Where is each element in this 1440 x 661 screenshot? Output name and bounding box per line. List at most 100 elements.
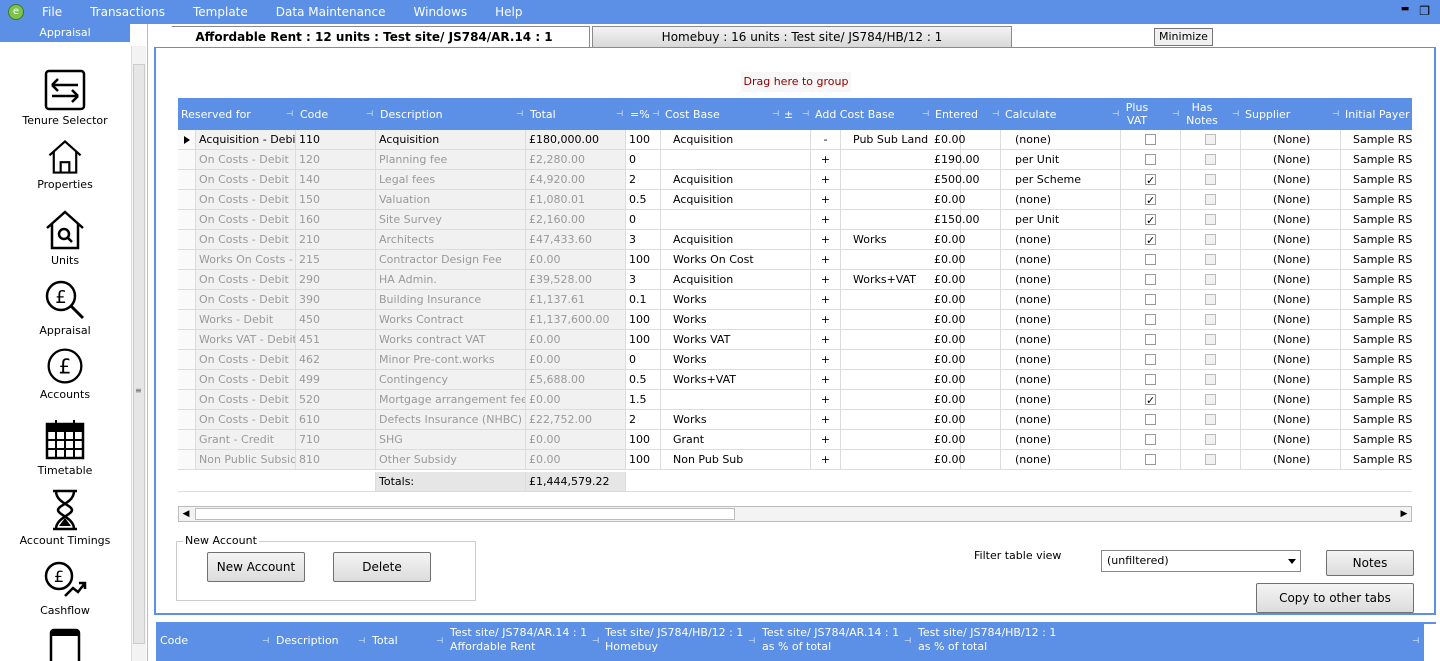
cell-base[interactable]: Works — [661, 410, 811, 430]
pin-icon[interactable]: ⊣ — [516, 109, 524, 119]
cell-payer[interactable]: Sample RS — [1341, 230, 1412, 250]
col-plus-vat[interactable]: Plus VAT — [1122, 98, 1152, 130]
cell-code[interactable]: 120 — [296, 150, 376, 170]
cell-vat[interactable] — [1121, 290, 1181, 310]
cell-supplier[interactable]: (None) — [1241, 430, 1341, 450]
cell-code[interactable]: 451 — [296, 330, 376, 350]
row-selector[interactable] — [178, 150, 196, 170]
plus-vat-checkbox[interactable] — [1145, 433, 1156, 445]
cell-pm[interactable]: + — [811, 430, 841, 450]
new-account-button[interactable]: New Account — [207, 552, 305, 582]
cell-reserved[interactable]: On Costs - Debit — [196, 270, 296, 290]
cell-calc[interactable]: (none) — [1001, 350, 1121, 370]
cell-pct[interactable]: 100 — [626, 130, 661, 150]
cell-reserved[interactable]: Works VAT - Debit — [196, 330, 296, 350]
sidebar-item-account-timings[interactable]: Account Timings — [0, 488, 130, 547]
scroll-right-icon[interactable]: ▶ — [1397, 507, 1411, 521]
cell-vat[interactable] — [1121, 190, 1181, 210]
cell-desc[interactable]: Other Subsidy — [376, 450, 526, 470]
cell-payer[interactable]: Sample RS — [1341, 250, 1412, 270]
pin-icon[interactable]: ⊣ — [904, 634, 911, 648]
cell-calc[interactable]: (none) — [1001, 370, 1121, 390]
cell-desc[interactable]: Architects — [376, 230, 526, 250]
cell-total[interactable]: £1,137,600.00 — [526, 310, 626, 330]
bottom-col-code[interactable]: Code — [160, 634, 188, 648]
cell-vat[interactable] — [1121, 230, 1181, 250]
cell-total[interactable]: £22,752.00 — [526, 410, 626, 430]
cell-desc[interactable]: Site Survey — [376, 210, 526, 230]
table-row[interactable]: Works On Costs -215 Contractor Design Fee… — [178, 250, 1412, 270]
cell-payer[interactable]: Sample RS — [1341, 270, 1412, 290]
has-notes-checkbox[interactable] — [1205, 453, 1216, 465]
cell-calc[interactable]: (none) — [1001, 230, 1121, 250]
cell-total[interactable]: £1,137.61 — [526, 290, 626, 310]
bottom-col-ar-pct[interactable]: Test site/ JS784/AR.14 : 1 as % of total — [762, 626, 902, 654]
cell-pct[interactable]: 2 — [626, 410, 661, 430]
cell-supplier[interactable]: (None) — [1241, 370, 1341, 390]
cell-entered[interactable]: £0.00 — [931, 350, 1001, 370]
cell-pm[interactable]: + — [811, 270, 841, 290]
cell-entered[interactable]: £0.00 — [931, 270, 1001, 290]
cell-notes[interactable] — [1181, 190, 1241, 210]
cell-calc[interactable]: (none) — [1001, 330, 1121, 350]
table-row[interactable]: Grant - Credit 710 SHG £0.00 100 Grant + £0.00(… — [178, 430, 1412, 450]
table-row[interactable]: On Costs - Debit 290 HA Admin. £39,528.00 3 A… — [178, 270, 1412, 290]
cell-calc[interactable]: (none) — [1001, 270, 1121, 290]
cell-pct[interactable]: 100 — [626, 330, 661, 350]
row-selector[interactable] — [178, 330, 196, 350]
cell-payer[interactable]: Sample RS — [1341, 390, 1412, 410]
row-selector[interactable] — [178, 290, 196, 310]
row-selector[interactable] — [178, 390, 196, 410]
cell-desc[interactable]: Defects Insurance (NHBC) — [376, 410, 526, 430]
cell-pm[interactable]: + — [811, 170, 841, 190]
cell-notes[interactable] — [1181, 370, 1241, 390]
row-selector[interactable] — [178, 210, 196, 230]
cell-reserved[interactable]: On Costs - Debit — [196, 390, 296, 410]
cell-pm[interactable]: + — [811, 450, 841, 470]
table-row[interactable]: Non Public Subsid 810 Other Subsidy £0.00 10… — [178, 450, 1412, 470]
cell-notes[interactable] — [1181, 350, 1241, 370]
cell-payer[interactable]: Sample RS — [1341, 210, 1412, 230]
cell-entered[interactable]: £0.00 — [931, 410, 1001, 430]
cell-code[interactable]: 710 — [296, 430, 376, 450]
bottom-col-description[interactable]: Description — [276, 634, 339, 648]
pin-icon[interactable]: ⊣ — [748, 634, 755, 648]
cell-total[interactable]: £2,160.00 — [526, 210, 626, 230]
cell-supplier[interactable]: (None) — [1241, 350, 1341, 370]
table-row[interactable]: On Costs - Debit 499 Contingency £5,688.00 0… — [178, 370, 1412, 390]
cell-vat[interactable] — [1121, 370, 1181, 390]
cell-code[interactable]: 520 — [296, 390, 376, 410]
has-notes-checkbox[interactable] — [1205, 233, 1216, 245]
cell-vat[interactable] — [1121, 390, 1181, 410]
cell-supplier[interactable]: (None) — [1241, 170, 1341, 190]
cell-desc[interactable]: Legal fees — [376, 170, 526, 190]
row-selector[interactable] — [178, 410, 196, 430]
cell-supplier[interactable]: (None) — [1241, 130, 1341, 150]
col-entered[interactable]: Entered — [935, 98, 995, 130]
row-selector[interactable] — [178, 430, 196, 450]
bottom-col-total[interactable]: Total — [372, 634, 398, 648]
cell-notes[interactable] — [1181, 130, 1241, 150]
cell-code[interactable]: 210 — [296, 230, 376, 250]
cell-pct[interactable]: 100 — [626, 450, 661, 470]
cell-code[interactable]: 450 — [296, 310, 376, 330]
plus-vat-checkbox[interactable] — [1145, 171, 1156, 189]
pin-icon[interactable]: ⊣ — [436, 634, 443, 648]
sidebar-item-more[interactable] — [0, 628, 130, 661]
menu-help[interactable]: Help — [495, 5, 522, 19]
cell-vat[interactable] — [1121, 130, 1181, 150]
cell-base[interactable]: Works On Cost — [661, 250, 811, 270]
cell-vat[interactable] — [1121, 150, 1181, 170]
cell-pm[interactable]: + — [811, 370, 841, 390]
col-description[interactable]: Description — [380, 98, 510, 130]
tab-affordable-rent[interactable]: Affordable Rent : 12 units : Test site/ … — [158, 26, 590, 48]
table-row[interactable]: On Costs - Debit 520 Mortgage arrangement … — [178, 390, 1412, 410]
cell-pm[interactable]: + — [811, 230, 841, 250]
cell-calc[interactable]: (none) — [1001, 410, 1121, 430]
plus-vat-checkbox[interactable] — [1145, 313, 1156, 325]
table-row[interactable]: Works - Debit 450 Works Contract £1,137,600… — [178, 310, 1412, 330]
cell-calc[interactable]: per Scheme — [1001, 170, 1121, 190]
cell-pct[interactable]: 0 — [626, 210, 661, 230]
pin-icon[interactable]: ⊣ — [1332, 109, 1340, 119]
cell-base[interactable] — [661, 150, 811, 170]
